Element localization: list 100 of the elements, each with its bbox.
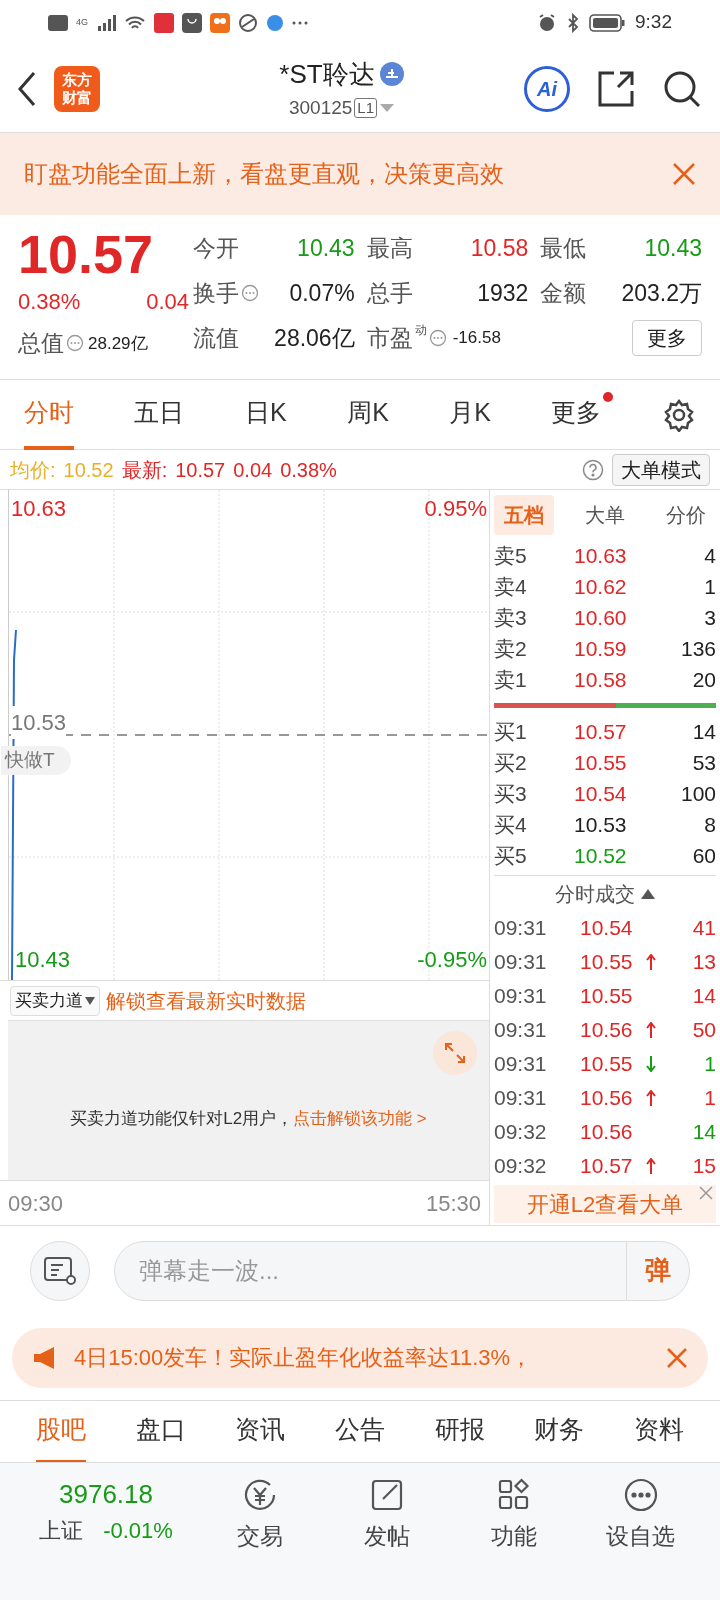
- trade-volume: 15: [691, 1153, 716, 1180]
- stat-value: 203.2万: [621, 278, 702, 308]
- trade-price: 10.54: [580, 915, 634, 942]
- trade-time: 09:31: [494, 1017, 548, 1044]
- section-tab[interactable]: 资料: [633, 1400, 684, 1463]
- order-price: 10.60: [574, 604, 628, 631]
- stat-value: -16.58: [452, 327, 501, 350]
- stat-value: 0.07%: [289, 278, 355, 308]
- close-icon[interactable]: [672, 162, 696, 186]
- trade-price: 10.55: [580, 1051, 634, 1078]
- level-label: 卖3: [494, 604, 528, 631]
- stat-label: 流值: [193, 323, 239, 353]
- app-logo: 东方财富: [54, 65, 100, 112]
- trade-volume: 14: [691, 1119, 716, 1146]
- app-icon: [210, 12, 230, 33]
- stock-name: *ST聆达: [279, 57, 375, 91]
- order-volume: 136: [679, 635, 716, 662]
- level-label: 卖1: [494, 666, 528, 693]
- close-icon[interactable]: [698, 1185, 714, 1201]
- expand-icon: [444, 1042, 466, 1064]
- more-button[interactable]: 更多: [632, 320, 702, 356]
- stat-label: 总值: [18, 329, 64, 358]
- trade-time: 09:31: [494, 949, 548, 976]
- section-tab[interactable]: 资讯: [235, 1400, 286, 1463]
- section-tab[interactable]: 研报: [434, 1400, 485, 1463]
- l2-promo-text: 开通L2查看大单: [526, 1190, 684, 1219]
- stat-label: 今开: [193, 234, 239, 263]
- latest-label: 最新:: [121, 457, 168, 483]
- chart-tab[interactable]: 月K: [449, 379, 491, 450]
- info-icon[interactable]: [428, 329, 447, 347]
- order-price: 10.63: [574, 542, 628, 569]
- l2-notice: 买卖力道功能仅针对L2用户，点击解锁该功能 >: [70, 1107, 427, 1130]
- stat-value: 28.06亿: [274, 323, 355, 353]
- expand-button[interactable]: [433, 1031, 477, 1075]
- change-percent: 0.38%: [18, 288, 81, 316]
- chart-tab[interactable]: 日K: [244, 379, 287, 450]
- trade-time: 09:32: [494, 1153, 548, 1180]
- up-arrow-icon: [646, 954, 656, 970]
- info-icon[interactable]: [241, 283, 259, 302]
- trade-time: 09:31: [494, 915, 548, 942]
- comment-input[interactable]: 弹幕走一波...: [115, 1252, 626, 1289]
- order-book-tab[interactable]: 分价: [656, 495, 716, 535]
- more-icon: [292, 19, 308, 26]
- order-volume: 4: [703, 542, 716, 569]
- dropdown-caret-icon[interactable]: [379, 103, 396, 113]
- level-label: 买3: [494, 780, 528, 807]
- bluetooth-icon: [567, 12, 579, 33]
- order-price: 10.59: [574, 635, 628, 662]
- ai-button[interactable]: Ai: [524, 65, 570, 112]
- index-value: 3976.18: [59, 1478, 153, 1511]
- nav-item[interactable]: 功能: [450, 1475, 577, 1565]
- section-tab[interactable]: 盘口: [135, 1400, 186, 1463]
- trade-volume: 1: [703, 1085, 716, 1112]
- unlock-link[interactable]: 解锁查看最新实时数据: [106, 985, 306, 1016]
- large-order-mode-button[interactable]: 大单模式: [612, 453, 710, 486]
- order-volume: 3: [703, 604, 716, 631]
- nav-item[interactable]: 设自选: [577, 1475, 704, 1565]
- chart-tab[interactable]: 五日: [134, 379, 185, 450]
- trade-price: 10.55: [580, 949, 634, 976]
- trade-time: 09:31: [494, 1085, 548, 1112]
- order-volume: 14: [691, 718, 716, 745]
- sort-up-icon[interactable]: [641, 888, 655, 899]
- index-change: -0.01%: [103, 1517, 173, 1545]
- order-book-tab[interactable]: 大单: [575, 495, 635, 535]
- help-icon[interactable]: [582, 458, 604, 481]
- trade-volume: 41: [691, 915, 716, 942]
- order-price: 10.58: [574, 666, 628, 693]
- announcement-text: 4日15:00发车！实际止盈年化收益率达11.3%，: [74, 1344, 534, 1372]
- chart-tab[interactable]: 分时: [24, 379, 74, 450]
- indicator-selector[interactable]: 买卖力道: [10, 985, 100, 1016]
- order-price: 10.53: [574, 811, 628, 838]
- axis-time: 15:30: [425, 1189, 481, 1218]
- trade-volume: 50: [691, 1017, 716, 1044]
- change-amount: 0.04: [233, 457, 273, 483]
- chart-tab[interactable]: 更多: [551, 379, 602, 450]
- axis-time: 09:30: [8, 1189, 64, 1218]
- trade-price: 10.56: [580, 1017, 634, 1044]
- index-widget[interactable]: 3976.18 上证 -0.01%: [16, 1475, 196, 1600]
- latest-price: 10.57: [175, 457, 226, 483]
- stat-value: 10.58: [470, 234, 529, 263]
- chart-tab[interactable]: 周K: [347, 379, 389, 450]
- enterprise-badge-icon: [378, 61, 405, 88]
- section-tab[interactable]: 公告: [334, 1400, 385, 1463]
- close-icon[interactable]: [666, 1346, 688, 1369]
- avg-price: 10.52: [63, 457, 114, 483]
- stat-value: 1932: [477, 278, 529, 308]
- nav-item[interactable]: 交易: [196, 1475, 323, 1565]
- stat-value: 28.29亿: [88, 332, 148, 355]
- order-price: 10.57: [574, 718, 628, 745]
- stat-label: 市盈: [366, 323, 413, 353]
- stat-label: 总手: [366, 278, 413, 308]
- nav-item[interactable]: 发帖: [323, 1475, 450, 1565]
- section-tab[interactable]: 财务: [534, 1400, 585, 1463]
- info-icon[interactable]: [66, 334, 84, 353]
- quick-trade-pill[interactable]: 快做T: [1, 746, 71, 775]
- trade-price: 10.56: [580, 1119, 634, 1146]
- trade-price: 10.56: [580, 1085, 634, 1112]
- order-volume: 20: [691, 666, 716, 693]
- stat-label: 最低: [540, 234, 587, 263]
- trade-price: 10.55: [580, 983, 634, 1010]
